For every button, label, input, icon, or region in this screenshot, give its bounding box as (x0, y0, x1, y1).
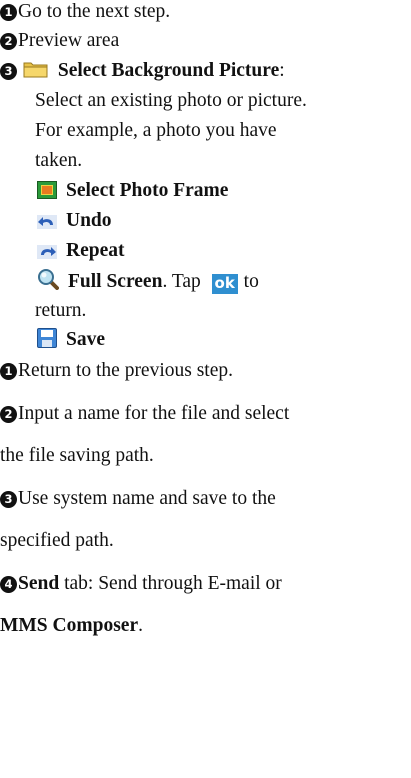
step-b2-line1: Input a name for the file and select (18, 403, 290, 424)
tool-repeat: Repeat (37, 239, 124, 266)
tool-photo-frame: Select Photo Frame (37, 179, 228, 206)
undo-icon (37, 212, 57, 236)
return-text: return. (35, 300, 87, 321)
tool-undo: Undo (37, 209, 112, 236)
tool-full-screen: Full Screen. Tap ok to (37, 268, 259, 297)
desc-line-3: taken. (35, 150, 83, 171)
number-badge-3: 3 (0, 63, 17, 80)
full-screen-label: Full Screen (68, 271, 163, 292)
step-b3-line2: specified path. (0, 530, 114, 551)
step-1-text: Go to the next step. (18, 1, 171, 22)
number-badge-b4: 4 (0, 576, 17, 593)
number-badge-1: 1 (0, 4, 17, 21)
period: . (138, 615, 143, 636)
step-b4-line1: tab: Send through E-mail or (59, 573, 282, 594)
desc-line-1: Select an existing photo or picture. (35, 90, 307, 111)
repeat-label: Repeat (66, 240, 125, 261)
mms-composer-label: MMS Composer (0, 615, 139, 636)
step-b3-system-name: 3 Use system name and save to the (0, 487, 276, 511)
step-b2-input-name: 2 Input a name for the file and select (0, 402, 289, 426)
step-b1-return: 1 Return to the previous step. (0, 359, 233, 383)
step-2-preview: 2 Preview area (0, 29, 119, 53)
save-disk-icon (37, 328, 57, 355)
number-badge-2: 2 (0, 33, 17, 50)
step-b4-send: 4 Send tab: Send through E-mail or (0, 572, 282, 596)
number-badge-b2: 2 (0, 406, 17, 423)
save-label: Save (66, 329, 105, 350)
select-background-title: Select Background Picture (57, 60, 280, 81)
folder-icon (23, 59, 49, 86)
step-1-go-next: 1 Go to the next step. (0, 0, 170, 24)
step-3-background: 3 Select Background Picture: (0, 59, 285, 86)
magnifier-icon (37, 268, 59, 297)
photo-frame-icon (37, 181, 57, 206)
step-b2-line2: the file saving path. (0, 445, 154, 466)
number-badge-b3: 3 (0, 491, 17, 508)
step-b3-line1: Use system name and save to the (18, 488, 276, 509)
step-b4-line2: MMS Composer. (0, 614, 143, 638)
send-label: Send (18, 573, 60, 594)
undo-label: Undo (66, 210, 112, 231)
step-b1-text: Return to the previous step. (18, 360, 234, 381)
tap-text: . Tap (162, 271, 201, 292)
repeat-icon (37, 242, 57, 266)
photo-frame-label: Select Photo Frame (66, 180, 229, 201)
desc-line-2: For example, a photo you have (35, 120, 277, 141)
colon: : (279, 60, 285, 81)
tool-save: Save (37, 328, 105, 355)
to-text: to (243, 271, 259, 292)
step-2-text: Preview area (18, 30, 120, 51)
ok-icon: ok (211, 274, 238, 294)
number-badge-b1: 1 (0, 363, 17, 380)
